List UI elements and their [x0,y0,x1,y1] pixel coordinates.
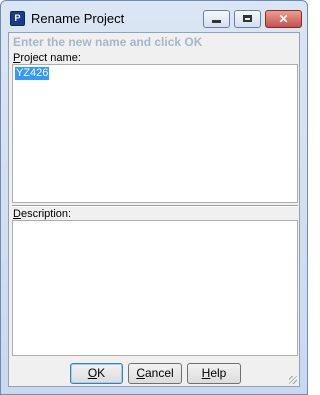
project-icon: P [10,11,25,26]
project-name-label: Project name: [13,52,81,64]
close-button[interactable]: ✕ [265,10,302,28]
instruction-text: Enter the new name and click OK [13,35,203,49]
rename-project-window: P Rename Project ✕ Enter the new name an… [0,0,308,395]
minimize-button[interactable] [203,10,230,28]
divider [12,205,298,207]
cancel-button[interactable]: Cancel [128,363,182,384]
close-icon: ✕ [278,12,289,26]
minimize-icon [212,20,221,23]
project-name-value: YZ426 [15,67,50,80]
maximize-icon [243,15,252,22]
ok-button[interactable]: OK [70,363,123,384]
help-button[interactable]: Help [187,363,241,384]
maximize-button[interactable] [234,10,261,28]
description-field[interactable] [12,220,298,356]
window-title: Rename Project [31,11,125,26]
description-label: Description: [13,208,72,220]
resize-grip[interactable] [289,376,297,384]
project-name-field[interactable]: YZ426 [12,64,298,203]
dialog-body: Enter the new name and click OK Project … [8,32,300,387]
title-bar[interactable]: P Rename Project ✕ [1,1,307,31]
